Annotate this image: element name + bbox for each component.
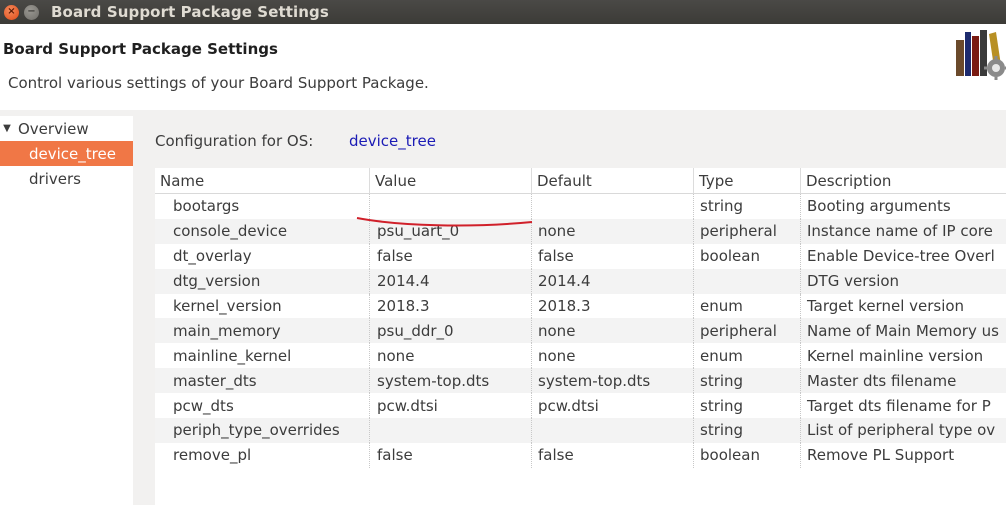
cell-name: pcw_dts: [155, 393, 370, 419]
table-row[interactable]: master_dts system-top.dts system-top.dts st…: [155, 368, 1006, 394]
cell-value[interactable]: none: [370, 343, 532, 369]
table-row[interactable]: console_device psu_uart_0 none peripheral In…: [155, 218, 1006, 244]
cell-default: 2018.3: [532, 293, 694, 319]
cell-description: Kernel mainline version: [807, 346, 984, 365]
column-header-type[interactable]: Type: [694, 168, 801, 194]
cell-type: string: [694, 368, 801, 394]
cell-type: boolean: [694, 243, 801, 269]
cell-name: remove_pl: [155, 442, 370, 468]
table-row[interactable]: pcw_dts pcw.dtsi pcw.dtsi string Target dts …: [155, 393, 1006, 419]
cell-type: string: [694, 418, 801, 443]
minus-icon: −: [27, 6, 36, 17]
column-header-default[interactable]: Default: [532, 168, 694, 194]
cell-description: Instance name of IP core: [807, 222, 993, 241]
config-os-value: device_tree: [349, 132, 436, 150]
tree-item-label: Overview: [18, 119, 89, 138]
cell-default: none: [532, 343, 694, 369]
cell-description: Target kernel version: [807, 297, 965, 315]
table-row[interactable]: dt_overlay false false boolean Enable Device…: [155, 243, 1006, 269]
cell-type: boolean: [694, 442, 801, 468]
cell-name: console_device: [155, 218, 370, 244]
cell-description: Remove PL Support: [807, 446, 955, 465]
column-header-name[interactable]: Name: [155, 168, 370, 194]
cell-description: DTG version: [807, 272, 900, 291]
cell-default: false: [532, 243, 694, 269]
cell-name: main_memory: [155, 318, 370, 344]
close-icon: ×: [7, 6, 16, 17]
table-header: Name Value Default Type Description: [155, 168, 1006, 194]
cell-default: 2014.4: [532, 268, 694, 294]
cell-default: [532, 418, 694, 443]
cell-value[interactable]: psu_uart_0: [370, 218, 532, 244]
cell-value[interactable]: [370, 194, 532, 219]
cell-description: Booting arguments: [807, 197, 951, 216]
table-row[interactable]: dtg_version 2014.4 2014.4 DTG version: [155, 268, 1006, 294]
cell-name: kernel_version: [155, 293, 370, 319]
cell-type: [694, 268, 801, 294]
cell-name: bootargs: [155, 194, 370, 219]
dialog-header: Board Support Package Settings Control v…: [0, 24, 1006, 110]
cell-value[interactable]: false: [370, 442, 532, 468]
config-os-label: Configuration for OS:: [155, 132, 314, 150]
column-header-description[interactable]: Description: [801, 168, 1006, 194]
settings-table: Name Value Default Type Description boot…: [155, 168, 1006, 505]
cell-description: List of peripheral type ov: [807, 421, 996, 440]
settings-tree: ▼ Overview device_tree drivers: [0, 116, 133, 505]
cell-default: false: [532, 442, 694, 468]
cell-name: dtg_version: [155, 268, 370, 294]
table-row[interactable]: mainline_kernel none none enum Kernel mainli…: [155, 343, 1006, 369]
table-row[interactable]: remove_pl false false boolean Remove PL Supp…: [155, 442, 1006, 468]
tree-item-overview[interactable]: ▼ Overview: [0, 116, 133, 141]
cell-type: string: [694, 393, 801, 419]
cell-default: none: [532, 318, 694, 344]
cell-default: system-top.dts: [532, 368, 694, 394]
window-titlebar: × − Board Support Package Settings: [0, 0, 1006, 24]
cell-value[interactable]: system-top.dts: [370, 368, 532, 394]
dialog-description: Control various settings of your Board S…: [8, 74, 429, 92]
cell-value[interactable]: 2014.4: [370, 268, 532, 294]
table-row[interactable]: kernel_version 2018.3 2018.3 enum Target ker…: [155, 293, 1006, 319]
cell-name: master_dts: [155, 368, 370, 394]
cell-name: periph_type_overrides: [155, 418, 370, 443]
cell-type: peripheral: [694, 318, 801, 344]
close-window-button[interactable]: ×: [4, 4, 19, 20]
cell-type: enum: [694, 293, 801, 319]
cell-value[interactable]: false: [370, 243, 532, 269]
cell-description: Enable Device-tree Overl: [807, 247, 995, 266]
cell-value[interactable]: 2018.3: [370, 293, 532, 319]
tree-item-drivers[interactable]: drivers: [0, 166, 133, 191]
cell-default: [532, 194, 694, 219]
cell-value[interactable]: pcw.dtsi: [370, 393, 532, 419]
cell-value[interactable]: psu_ddr_0: [370, 318, 532, 344]
cell-type: string: [694, 194, 801, 219]
tree-item-label: device_tree: [29, 144, 116, 163]
dialog-title: Board Support Package Settings: [3, 40, 278, 58]
cell-name: dt_overlay: [155, 243, 370, 269]
cell-name: mainline_kernel: [155, 343, 370, 369]
cell-description: Master dts filename: [807, 371, 957, 390]
expand-arrow-icon[interactable]: ▼: [0, 123, 14, 134]
tree-item-device-tree[interactable]: device_tree: [0, 141, 133, 166]
cell-value[interactable]: [370, 418, 532, 443]
cell-type: peripheral: [694, 218, 801, 244]
table-row[interactable]: bootargs string Booting arguments: [155, 194, 1006, 219]
cell-description: Name of Main Memory us: [807, 321, 999, 340]
cell-description: Target dts filename for P: [807, 396, 991, 415]
table-row[interactable]: main_memory psu_ddr_0 none peripheral Name o…: [155, 318, 1006, 344]
cell-type: enum: [694, 343, 801, 369]
maximize-window-button[interactable]: −: [24, 4, 39, 20]
tree-item-label: drivers: [29, 169, 81, 188]
bsp-books-gear-icon: [956, 30, 1006, 80]
table-body: bootargs string Booting arguments console_d…: [155, 194, 1006, 468]
window-title: Board Support Package Settings: [51, 3, 329, 21]
cell-default: pcw.dtsi: [532, 393, 694, 419]
cell-default: none: [532, 218, 694, 244]
column-header-value[interactable]: Value: [370, 168, 532, 194]
table-row[interactable]: periph_type_overrides string List of perip…: [155, 418, 1006, 443]
